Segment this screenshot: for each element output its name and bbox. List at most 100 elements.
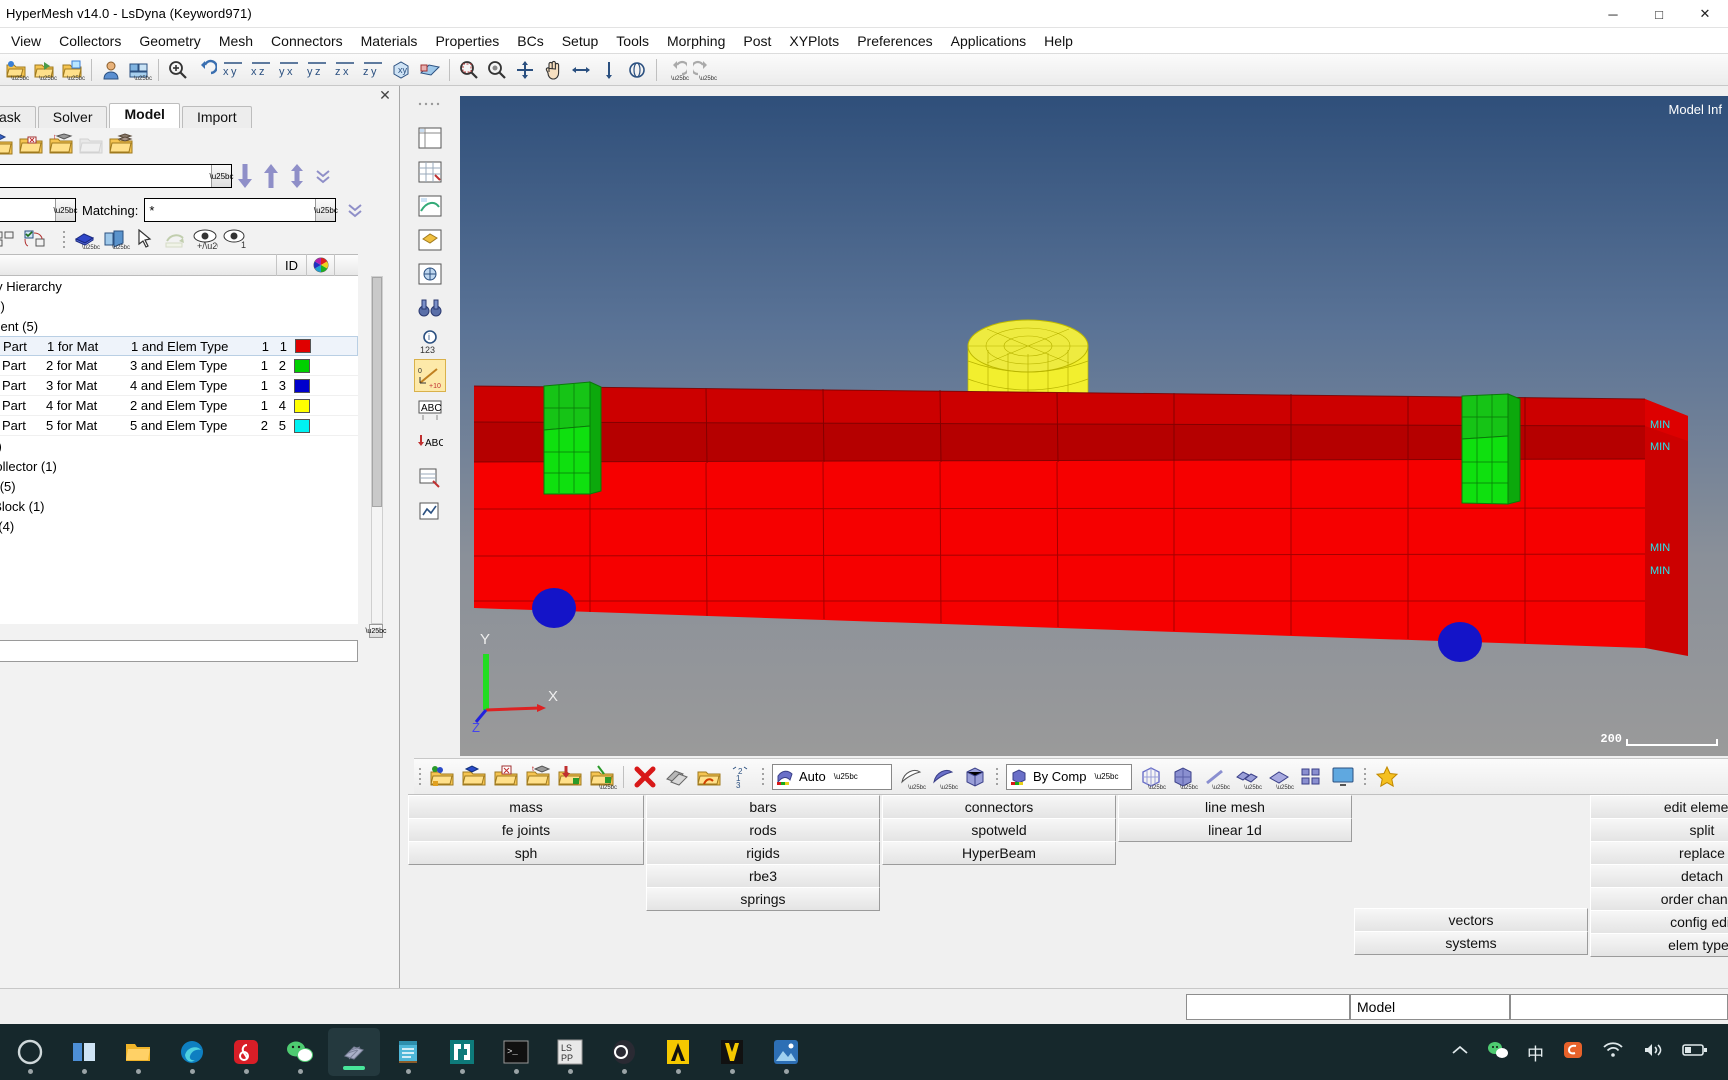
create-collector-icon[interactable] bbox=[427, 762, 457, 792]
assign-component-icon[interactable] bbox=[555, 762, 585, 792]
component-icon[interactable] bbox=[459, 762, 489, 792]
view-plane-icon[interactable] bbox=[417, 57, 443, 83]
tree-row-part[interactable]: Part 4 for Mat 2 and Elem Type 1 4 bbox=[0, 396, 358, 416]
volume-icon[interactable] bbox=[1642, 1041, 1664, 1064]
tree-header-id[interactable]: ID bbox=[276, 254, 306, 276]
search-input[interactable] bbox=[0, 166, 211, 186]
zoom-dynamic-icon[interactable] bbox=[512, 57, 538, 83]
command-button-order-change[interactable]: order change bbox=[1590, 887, 1728, 911]
tree-node[interactable]: 13) bbox=[0, 296, 358, 316]
visibility-single-icon[interactable]: 1 bbox=[220, 226, 250, 252]
search-combo[interactable]: \u25bc bbox=[0, 164, 234, 188]
create-component-icon[interactable] bbox=[0, 131, 16, 159]
tree-row-part[interactable]: Part 5 for Mat 5 and Elem Type 2 5 bbox=[0, 416, 358, 436]
view-yz-icon[interactable]: yz bbox=[305, 57, 331, 83]
sogou-icon[interactable] bbox=[1562, 1040, 1584, 1065]
menu-item-bcs[interactable]: BCs bbox=[508, 30, 552, 52]
shaded-surface-icon[interactable]: \u25bc bbox=[896, 762, 926, 792]
command-button-linear-1d[interactable]: linear 1d bbox=[1118, 818, 1352, 842]
tree-node[interactable]: onent (5) bbox=[0, 316, 358, 336]
graphics-viewport[interactable]: MIN MIN MIN MIN Model Inf Y X Z 200 bbox=[460, 96, 1728, 756]
taskbar-ls-prepost-icon[interactable] bbox=[436, 1024, 488, 1080]
numbers-icon[interactable]: 213 bbox=[726, 762, 756, 792]
command-button-sph[interactable]: sph bbox=[408, 841, 644, 865]
chevron-up-icon[interactable] bbox=[1451, 1043, 1469, 1062]
taskbar-terminal-icon[interactable]: >_ bbox=[490, 1024, 542, 1080]
stack-folder-icon[interactable] bbox=[106, 131, 136, 159]
menu-item-applications[interactable]: Applications bbox=[942, 30, 1036, 52]
command-button-vectors[interactable]: vectors bbox=[1354, 908, 1588, 932]
command-button-replace[interactable]: replace bbox=[1590, 841, 1728, 865]
view-xy-icon[interactable]: xy bbox=[221, 57, 247, 83]
info-123-icon[interactable]: i 123 bbox=[414, 325, 446, 358]
menu-item-mesh[interactable]: Mesh bbox=[210, 30, 262, 52]
tile-windows-icon[interactable] bbox=[1296, 762, 1326, 792]
command-button-connectors[interactable]: connectors bbox=[882, 795, 1116, 819]
taskbar-photos-icon[interactable] bbox=[760, 1024, 812, 1080]
tree-node[interactable]: (4) bbox=[0, 436, 358, 456]
command-button-config-edit[interactable]: config edit bbox=[1590, 910, 1728, 934]
color-swatch[interactable] bbox=[294, 398, 310, 413]
menu-item-tools[interactable]: Tools bbox=[607, 30, 658, 52]
thickness-icon[interactable]: t bbox=[46, 131, 76, 159]
matching-input[interactable] bbox=[145, 200, 316, 220]
geometry-panel-icon[interactable] bbox=[414, 121, 446, 154]
chevron-down-icon[interactable]: \u25bc bbox=[53, 199, 78, 221]
solid-map-icon[interactable] bbox=[414, 257, 446, 290]
mesh-wire-icon[interactable]: \u25bc bbox=[1136, 762, 1166, 792]
binoculars-icon[interactable] bbox=[414, 291, 446, 324]
menu-item-properties[interactable]: Properties bbox=[426, 30, 508, 52]
command-button-detach[interactable]: detach bbox=[1590, 864, 1728, 888]
taskbar-lspp-icon[interactable]: LS PP bbox=[544, 1024, 596, 1080]
chevron-down-icon[interactable]: \u25bc bbox=[1094, 772, 1118, 781]
expand-collapse-icon[interactable] bbox=[284, 162, 310, 190]
status-right-field[interactable] bbox=[1510, 993, 1728, 1020]
tree-row-part[interactable]: Part 1 for Mat 1 and Elem Type 1 1 bbox=[0, 336, 358, 356]
tree-columns-icon[interactable] bbox=[0, 226, 20, 252]
redo-icon[interactable]: \u25bc bbox=[691, 57, 717, 83]
color-swatch[interactable] bbox=[295, 339, 311, 353]
auto-select-combo[interactable]: Auto \u25bc bbox=[772, 763, 892, 790]
ime-chinese-icon[interactable]: 中 bbox=[1527, 1040, 1544, 1065]
mesh-panel-icon[interactable] bbox=[414, 155, 446, 188]
tree-scrollbar[interactable] bbox=[371, 276, 383, 624]
collapse-all-icon[interactable] bbox=[232, 162, 258, 190]
chevron-down-icon[interactable]: \u25bc bbox=[209, 165, 234, 187]
wechat-tray-icon[interactable] bbox=[1487, 1040, 1509, 1065]
bycomp-select-combo[interactable]: By Comp \u25bc bbox=[1006, 763, 1132, 790]
command-button-rods[interactable]: rods bbox=[646, 818, 880, 842]
include-files-icon[interactable] bbox=[16, 131, 46, 159]
wifi-icon[interactable] bbox=[1602, 1041, 1624, 1064]
thickness-folder-icon[interactable]: t bbox=[523, 762, 553, 792]
taskbar-wechat-icon[interactable] bbox=[274, 1024, 326, 1080]
matching-combo[interactable]: \u25bc bbox=[144, 198, 338, 222]
entity-type-combo[interactable]: \u25bc bbox=[0, 198, 78, 222]
zoom-window-icon[interactable] bbox=[456, 57, 482, 83]
menu-item-connectors[interactable]: Connectors bbox=[262, 30, 352, 52]
open-file-icon[interactable]: \u25bc bbox=[31, 57, 57, 83]
menu-item-geometry[interactable]: Geometry bbox=[130, 30, 209, 52]
sync-selection-icon[interactable] bbox=[20, 226, 50, 252]
save-file-icon[interactable]: \u25bc bbox=[59, 57, 85, 83]
shade-mode-icon[interactable]: \u25bc bbox=[100, 226, 130, 252]
minimize-button[interactable]: ─ bbox=[1590, 0, 1636, 28]
chevron-down-icon[interactable]: \u25bc bbox=[834, 772, 858, 781]
surface-panel-icon[interactable] bbox=[414, 189, 446, 222]
menu-item-preferences[interactable]: Preferences bbox=[848, 30, 941, 52]
command-button-split[interactable]: split bbox=[1590, 818, 1728, 842]
battery-icon[interactable] bbox=[1682, 1042, 1708, 1063]
browser-tab-solver[interactable]: Solver bbox=[37, 106, 108, 128]
user-profile-icon[interactable] bbox=[98, 57, 124, 83]
browser-tab-ask[interactable]: ask bbox=[0, 106, 36, 128]
undo-view-icon[interactable] bbox=[193, 57, 219, 83]
color-wheel-icon[interactable] bbox=[306, 254, 334, 276]
tree-node[interactable]: t Block (1) bbox=[0, 496, 358, 516]
status-model-field[interactable]: Model bbox=[1350, 993, 1510, 1020]
command-button-mass[interactable]: mass bbox=[408, 795, 644, 819]
command-button-bars[interactable]: bars bbox=[646, 795, 880, 819]
panel-close-icon[interactable]: ✕ bbox=[377, 88, 393, 104]
command-button-rigids[interactable]: rigids bbox=[646, 841, 880, 865]
menu-item-view[interactable]: View bbox=[2, 30, 50, 52]
view-xz-icon[interactable]: xz bbox=[249, 57, 275, 83]
tree-row-part[interactable]: Part 2 for Mat 3 and Elem Type 1 2 bbox=[0, 356, 358, 376]
